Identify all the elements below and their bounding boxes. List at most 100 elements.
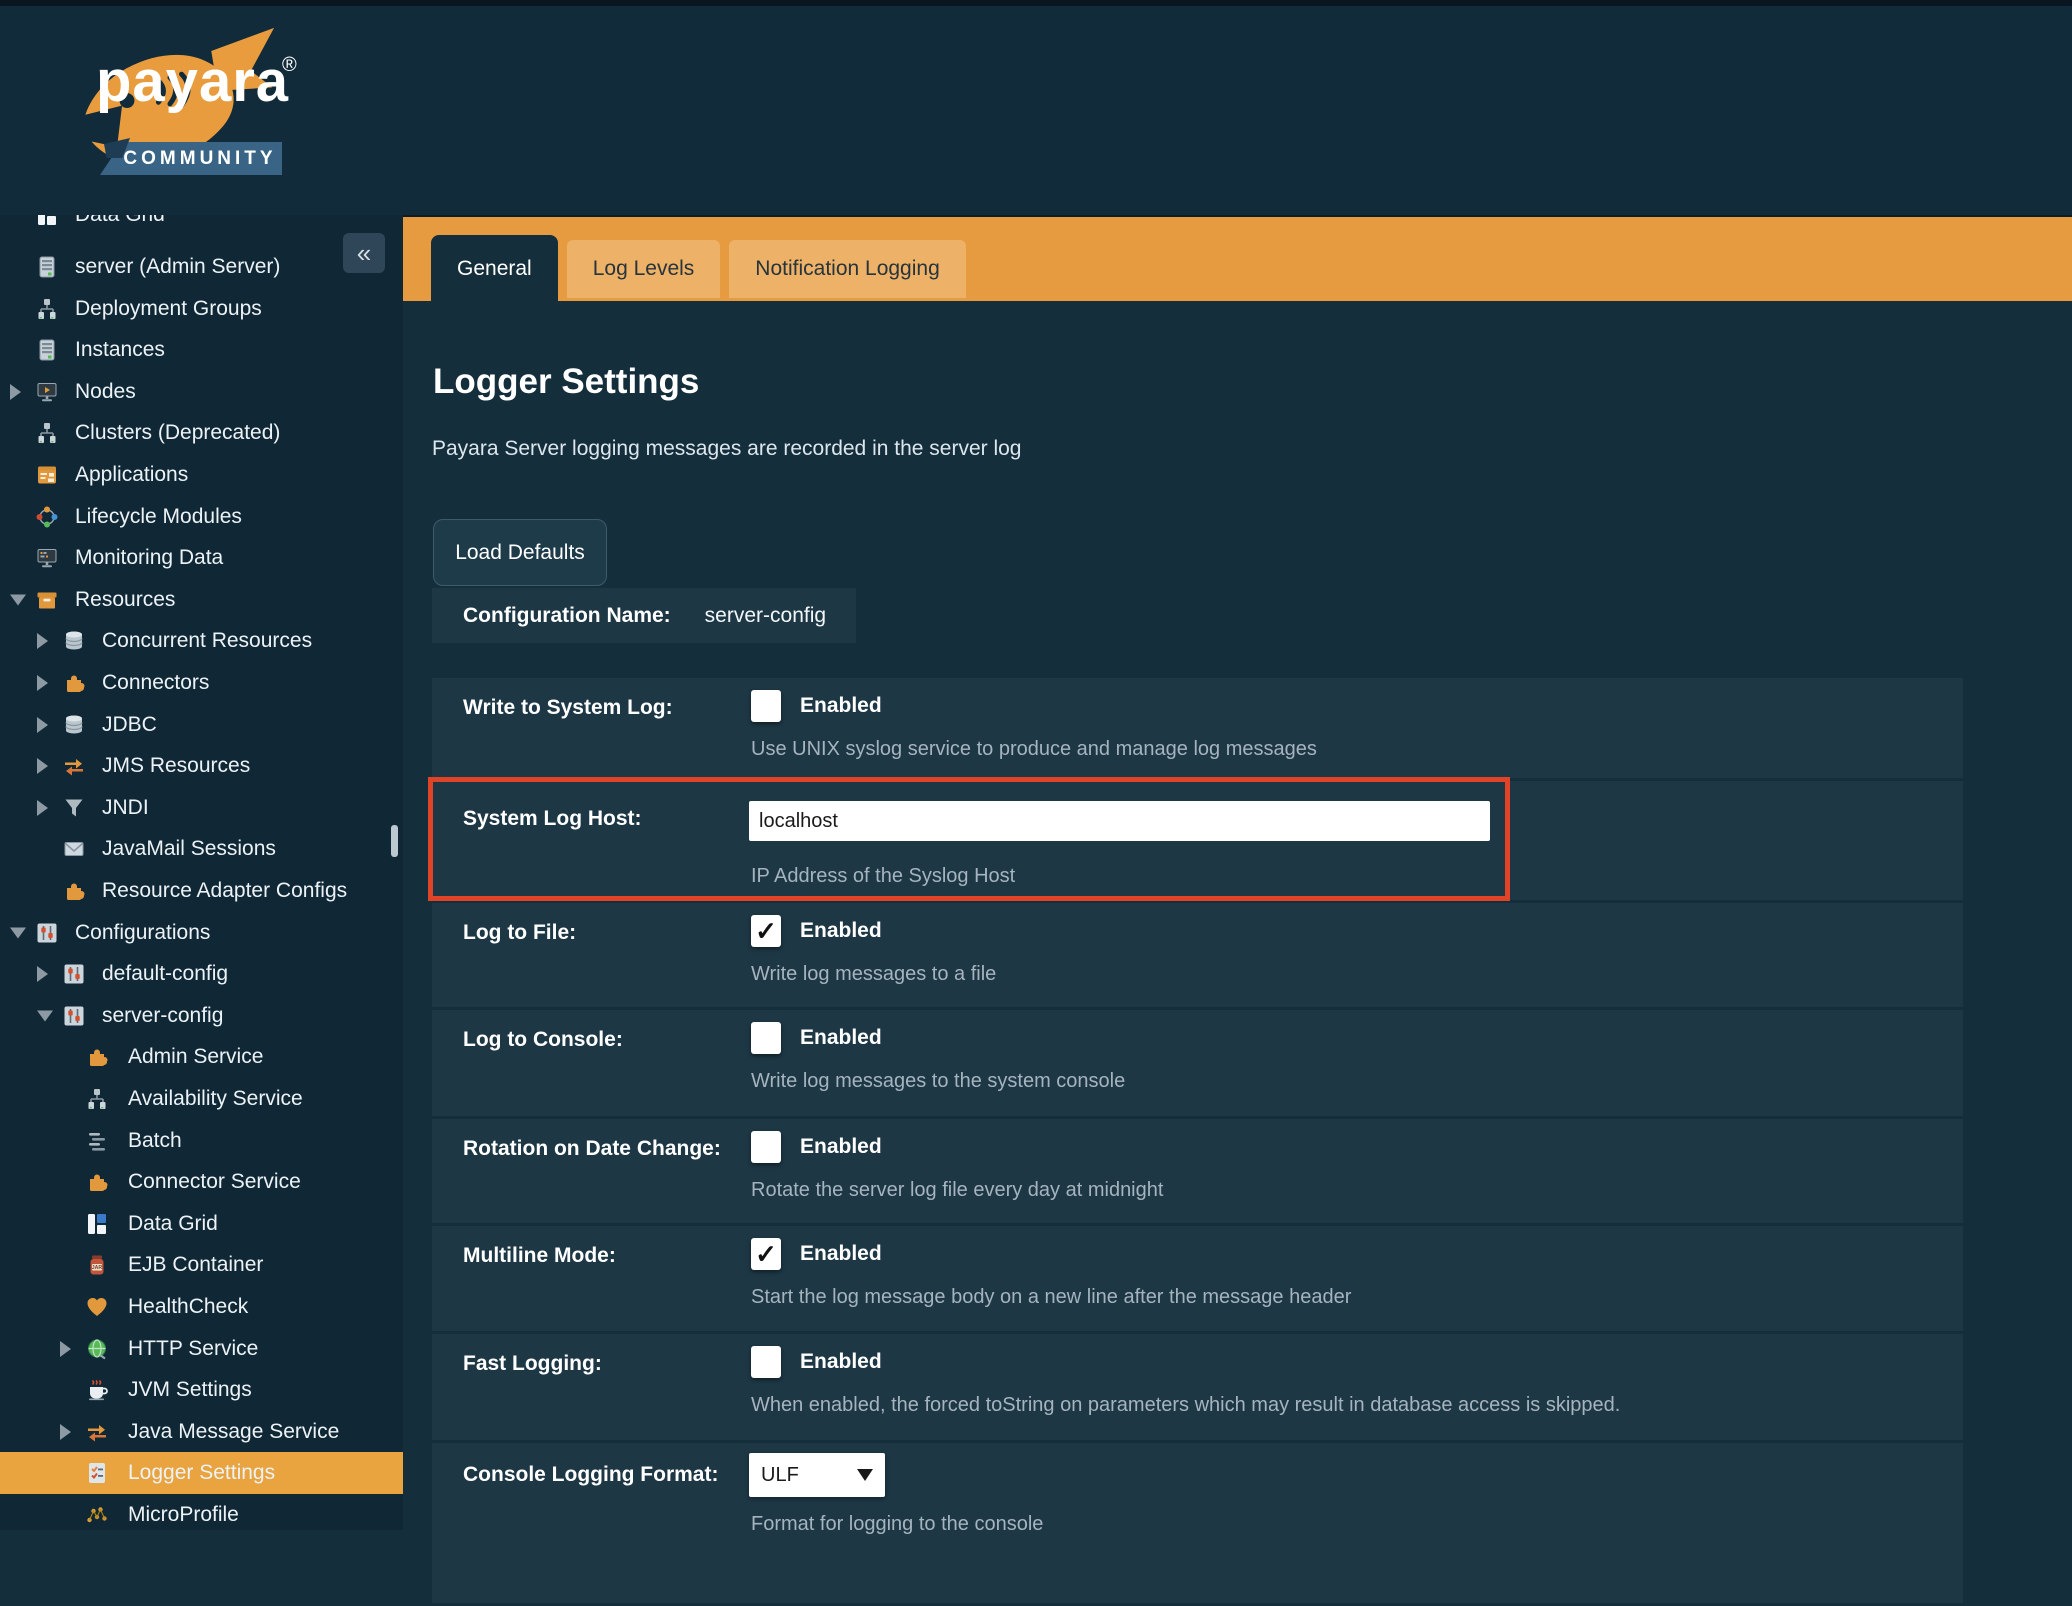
sidebar-item-http-service[interactable]: HTTP Service — [0, 1328, 403, 1370]
form-row-multiline-mode: Multiline Mode:✓EnabledStart the log mes… — [432, 1226, 1963, 1331]
tree-expand-arrow-icon[interactable] — [37, 675, 48, 691]
sidebar-item-label: Resource Adapter Configs — [102, 879, 347, 903]
select-dropdown-arrow-icon — [857, 1469, 873, 1481]
sidebar-item-monitoring-data[interactable]: Monitoring Data — [0, 537, 403, 579]
sidebar-item-connector-service[interactable]: Connector Service — [0, 1161, 403, 1203]
sidebar-item-logger-settings[interactable]: Logger Settings — [0, 1452, 403, 1494]
sidebar-item-label: JavaMail Sessions — [102, 837, 276, 861]
tree-expand-arrow-icon[interactable] — [37, 758, 48, 774]
enabled-label: Enabled — [800, 1135, 882, 1159]
field-label: Console Logging Format: — [463, 1463, 718, 1487]
sidebar-item-label: Connector Service — [128, 1170, 301, 1194]
checkbox-unchecked[interactable] — [751, 1346, 781, 1378]
sidebar-item-default-config[interactable]: default-config — [0, 953, 403, 995]
configuration-name-row: Configuration Name: server-config — [432, 588, 856, 643]
field-label: Log to File: — [463, 921, 576, 945]
sidebar-item-resources[interactable]: Resources — [0, 579, 403, 621]
sidebar-item-jms-resources[interactable]: JMS Resources — [0, 745, 403, 787]
heart-icon — [85, 1295, 109, 1319]
sidebar-scrollbar-thumb[interactable] — [391, 825, 398, 857]
checkbox-unchecked[interactable] — [751, 1131, 781, 1163]
page-description: Payara Server logging messages are recor… — [432, 437, 1021, 461]
sidebar-item-ejb-container[interactable]: JAREJB Container — [0, 1244, 403, 1286]
tree-expand-arrow-icon[interactable] — [60, 1341, 71, 1357]
server-icon — [35, 338, 59, 362]
sidebar-item-healthcheck[interactable]: HealthCheck — [0, 1286, 403, 1328]
field-label: Write to System Log: — [463, 696, 673, 720]
sidebar-item-jdbc[interactable]: JDBC — [0, 704, 403, 746]
sidebar-item-connectors[interactable]: Connectors — [0, 662, 403, 704]
sliders-icon — [62, 962, 86, 986]
configuration-name-label: Configuration Name: — [463, 604, 671, 628]
sidebar-item-deployment-groups[interactable]: Deployment Groups — [0, 288, 403, 330]
checkbox-checked[interactable]: ✓ — [751, 1238, 781, 1270]
field-label: Fast Logging: — [463, 1352, 602, 1376]
tree-expand-arrow-icon[interactable] — [37, 633, 48, 649]
sidebar-item-label: Monitoring Data — [75, 546, 223, 570]
tree-expand-arrow-icon[interactable] — [37, 800, 48, 816]
field-help-text: Start the log message body on a new line… — [751, 1286, 1351, 1309]
sidebar-item-label: HTTP Service — [128, 1337, 258, 1361]
field-label: Log to Console: — [463, 1028, 623, 1052]
checkbox-checked[interactable]: ✓ — [751, 915, 781, 947]
sidebar-item-clusters-deprecated[interactable]: Clusters (Deprecated) — [0, 412, 403, 454]
sidebar-item-data-grid[interactable]: Data Grid — [0, 1203, 403, 1245]
svg-text:JAR: JAR — [92, 1265, 103, 1271]
system-log-host-input[interactable] — [749, 801, 1490, 841]
sidebar-item-label: Java Message Service — [128, 1420, 339, 1444]
sidebar-item-javamail-sessions[interactable]: JavaMail Sessions — [0, 828, 403, 870]
sidebar-item-label: Nodes — [75, 380, 136, 404]
sidebar-item-jndi[interactable]: JNDI — [0, 787, 403, 829]
sidebar-collapse-button[interactable]: « — [343, 233, 385, 273]
load-defaults-button[interactable]: Load Defaults — [433, 519, 607, 586]
sidebar-item-applications[interactable]: Applications — [0, 454, 403, 496]
monitoring-icon — [35, 546, 59, 570]
sidebar-item-label: Lifecycle Modules — [75, 505, 242, 529]
tree-expand-arrow-icon[interactable] — [10, 384, 21, 400]
sidebar-item-admin-service[interactable]: Admin Service — [0, 1036, 403, 1078]
monitor-icon — [35, 380, 59, 404]
tree-collapse-arrow-icon[interactable] — [37, 1010, 53, 1021]
sidebar-item-label: Concurrent Resources — [102, 629, 312, 653]
tree-collapse-arrow-icon[interactable] — [10, 927, 26, 938]
page-title: Logger Settings — [433, 362, 699, 402]
sidebar-item-configurations[interactable]: Configurations — [0, 912, 403, 954]
sidebar-item-server-config[interactable]: server-config — [0, 995, 403, 1037]
sidebar-item-nodes[interactable]: Nodes — [0, 371, 403, 413]
checkbox-group: Enabled — [751, 690, 882, 722]
sidebar-item-batch[interactable]: Batch — [0, 1120, 403, 1162]
sidebar-item-data-grid[interactable]: Data Grid — [0, 215, 403, 236]
checkbox-unchecked[interactable] — [751, 690, 781, 722]
microprofile-icon — [85, 1503, 109, 1527]
tree-expand-arrow-icon[interactable] — [60, 1424, 71, 1440]
form-row-log-to-console: Log to Console:EnabledWrite log messages… — [432, 1010, 1963, 1116]
puzzle-icon — [62, 879, 86, 903]
data-grid-icon — [85, 1212, 109, 1236]
sidebar-item-availability-service[interactable]: Availability Service — [0, 1078, 403, 1120]
sidebar-item-jvm-settings[interactable]: JVM Settings — [0, 1369, 403, 1411]
console-logging-format-select[interactable]: ULF — [749, 1453, 885, 1497]
arrows-icon — [62, 754, 86, 778]
sidebar-item-instances[interactable]: Instances — [0, 329, 403, 371]
tree-expand-arrow-icon[interactable] — [37, 717, 48, 733]
field-label: Multiline Mode: — [463, 1244, 616, 1268]
data-grid-icon — [35, 215, 59, 227]
tab-bar: GeneralLog LevelsNotification Logging — [403, 215, 2072, 301]
logger-settings-form: Write to System Log:EnabledUse UNIX sysl… — [432, 678, 1963, 1606]
tab-log-levels[interactable]: Log Levels — [567, 240, 721, 298]
field-help-text: Write log messages to the system console — [751, 1070, 1125, 1093]
community-badge-label: COMMUNITY — [105, 148, 276, 170]
sidebar-item-microprofile[interactable]: MicroProfile — [0, 1494, 403, 1530]
sidebar-item-java-message-service[interactable]: Java Message Service — [0, 1411, 403, 1453]
sidebar-item-concurrent-resources[interactable]: Concurrent Resources — [0, 620, 403, 662]
tab-notification-logging[interactable]: Notification Logging — [729, 240, 965, 298]
tab-general[interactable]: General — [431, 235, 558, 303]
checkbox-unchecked[interactable] — [751, 1022, 781, 1054]
form-row-log-to-file: Log to File:✓EnabledWrite log messages t… — [432, 903, 1963, 1007]
tree-collapse-arrow-icon[interactable] — [10, 594, 26, 605]
arrows-icon — [85, 1420, 109, 1444]
sidebar-item-resource-adapter-configs[interactable]: Resource Adapter Configs — [0, 870, 403, 912]
registered-mark: ® — [282, 54, 297, 77]
sidebar-item-lifecycle-modules[interactable]: Lifecycle Modules — [0, 496, 403, 538]
tree-expand-arrow-icon[interactable] — [37, 966, 48, 982]
